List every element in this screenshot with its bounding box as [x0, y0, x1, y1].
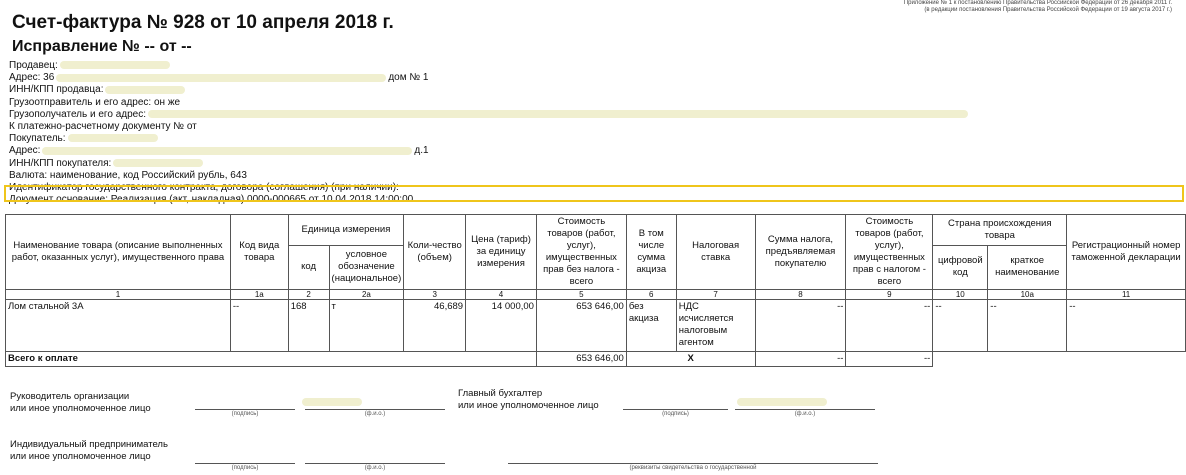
total-row: Всего к оплате 653 646,00 X -- -- [5, 351, 1186, 367]
entrepreneur-name-caption: (ф.и.о.) [364, 465, 386, 471]
total-cost-no-tax: 653 646,00 [535, 351, 627, 367]
seller-inn-field: ИНН/КПП продавца: [9, 84, 970, 96]
header-tax-rate: Налоговая ставка [675, 214, 756, 290]
row-unit-name: т [328, 299, 405, 352]
column-numbers-row: 1 1а 2 2а 3 4 5 6 7 8 9 10 10а 11 [5, 289, 1186, 300]
col-number: 1 [5, 289, 231, 300]
currency-field: Валюта: наименование, код Российский руб… [9, 169, 247, 181]
row-cost-with-tax: -- [845, 299, 934, 352]
total-tax-sum: -- [754, 351, 847, 367]
header-excise: В том числе сумма акциза [625, 214, 677, 290]
row-excise: без акциза [625, 299, 677, 352]
total-cost-with-tax: -- [845, 351, 934, 367]
chief-name-line [735, 409, 875, 410]
col-number: 10а [987, 289, 1068, 300]
col-number: 6 [625, 289, 677, 300]
header-qty: Коли-чество (объем) [403, 214, 467, 290]
col-number: 9 [845, 289, 934, 300]
redacted-name [737, 398, 827, 406]
chief-name-caption: (ф.и.о.) [794, 411, 816, 417]
payment-doc-field: К платежно-расчетному документу № от [9, 120, 197, 132]
entrepreneur-name-line [305, 463, 445, 464]
row-qty: 46,689 [403, 299, 467, 352]
row-unit-code: 168 [287, 299, 330, 352]
header-unit-name: условное обозначение (национальное) [328, 244, 405, 291]
chief-signature-line [623, 409, 728, 410]
header-price: Цена (тариф) за единицу измерения [465, 214, 537, 290]
col-number: 10 [932, 289, 989, 300]
redacted-name [302, 398, 362, 406]
head-name-line [305, 409, 445, 410]
cert-line [508, 463, 878, 464]
correction-subtitle: Исправление № -- от -- [12, 38, 192, 55]
col-number: 2а [328, 289, 405, 300]
invoice-title: Счет-фактура № 928 от 10 апреля 2018 г. [12, 12, 394, 33]
row-country-name: -- [987, 299, 1068, 352]
invoice-table: Наименование товара (описание выполненны… [5, 214, 1186, 367]
col-number: 11 [1066, 289, 1186, 300]
header-kind-code: Код вида товара [229, 214, 289, 290]
header-unit-code: код [287, 244, 330, 291]
header-cost-no-tax: Стоимость товаров (работ, услуг), имущес… [535, 214, 627, 290]
entrepreneur-label: Индивидуальный предприниматель или иное … [10, 439, 168, 462]
buyer-field: Покупатель: [9, 133, 970, 145]
col-number: 3 [403, 289, 467, 300]
total-label: Всего к оплате [5, 351, 537, 367]
row-tax-rate: НДС исчисляется налоговым агентом [675, 299, 756, 352]
shipper-field: Грузоотправитель и его адрес: он же [9, 96, 181, 108]
header-tax-sum: Сумма налога, предъявляемая покупателю [754, 214, 847, 290]
row-tax-sum: -- [754, 299, 847, 352]
entrepreneur-signature-caption: (подпись) [231, 465, 259, 471]
corner-note: Приложение № 1 к постановлению Правитель… [904, 0, 1172, 14]
col-number: 1а [229, 289, 289, 300]
seller-field: Продавец: [9, 60, 970, 72]
table-row: Лом стальной 3А -- 168 т 46,689 14 000,0… [5, 299, 1186, 352]
chief-signature-caption: (подпись) [662, 411, 689, 417]
entrepreneur-signature-line [195, 463, 295, 464]
buyer-inn-field: ИНН/КПП покупателя: [9, 158, 970, 170]
col-number: 4 [465, 289, 537, 300]
row-price: 14 000,00 [465, 299, 537, 352]
row-customs: -- [1066, 299, 1186, 352]
header-country-code: цифровой код [932, 244, 989, 291]
head-name-caption: (ф.и.о.) [364, 411, 386, 417]
col-number: 7 [675, 289, 756, 300]
row-name: Лом стальной 3А [5, 299, 231, 352]
total-excise: X [625, 351, 756, 367]
col-number: 5 [535, 289, 627, 300]
col-number: 8 [754, 289, 847, 300]
header-cost-with-tax: Стоимость товаров (работ, услуг), имущес… [845, 214, 934, 290]
header-unit: Единица измерения [287, 214, 405, 246]
row-country-code: -- [932, 299, 989, 352]
col-number: 2 [287, 289, 330, 300]
head-signature-label: Руководитель организации или иное уполно… [10, 391, 151, 414]
buyer-address-field: Адрес: д.1 [9, 145, 429, 157]
seller-address-field: Адрес: 36 дом № 1 [9, 72, 429, 84]
header-customs: Регистрационный номер таможенной деклара… [1066, 214, 1186, 290]
consignee-field: Грузополучатель и его адрес: [9, 109, 970, 121]
header-country-name: краткое наименование [987, 244, 1068, 291]
corner-note-line-1: Приложение № 1 к постановлению Правитель… [903, 0, 1172, 6]
head-signature-caption: (подпись) [231, 411, 259, 417]
row-kind-code: -- [229, 299, 289, 352]
cert-caption: (реквизиты свидетельства о государственн… [629, 465, 757, 471]
header-country: Страна происхождения товара [932, 214, 1068, 246]
row-cost-no-tax: 653 646,00 [535, 299, 627, 352]
header-name: Наименование товара (описание выполненны… [5, 214, 231, 290]
chief-accountant-label: Главный бухгалтер или иное уполномоченно… [458, 388, 599, 411]
corner-note-line-2: (в редакции постановления Правительства … [924, 7, 1172, 13]
highlight-box [4, 185, 1184, 202]
head-signature-line [195, 409, 295, 410]
